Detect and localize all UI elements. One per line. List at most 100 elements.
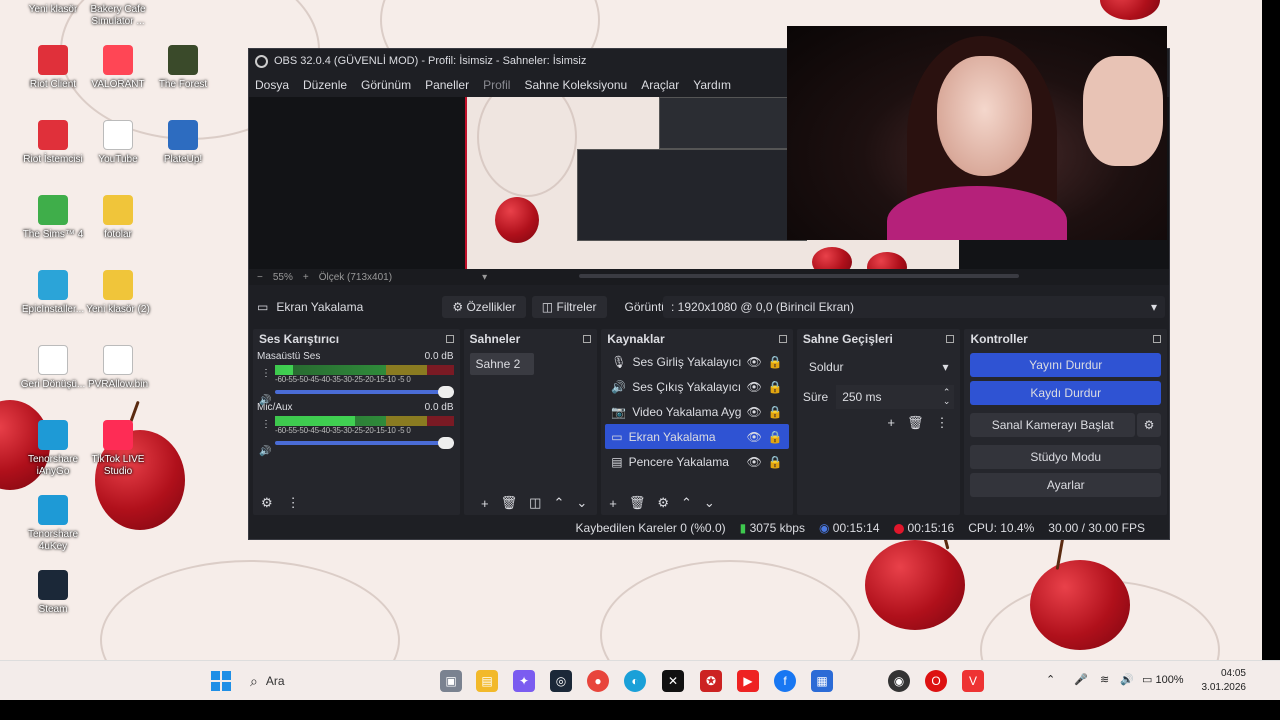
task-view-icon[interactable]: ▣: [440, 670, 462, 692]
battery-icon[interactable]: ▭ 100%: [1142, 673, 1184, 686]
desktop-icon[interactable]: EpicInstaller...: [17, 270, 89, 316]
add-transition-icon[interactable]: +: [887, 415, 895, 431]
lock-icon[interactable]: 🔒: [768, 430, 783, 444]
advanced-audio-icon[interactable]: ⚙: [261, 495, 273, 511]
mixer-menu-icon[interactable]: ⋮: [287, 495, 300, 511]
duration-input[interactable]: 250 ms ⌃ ⌄: [836, 385, 955, 409]
desktop-icon[interactable]: Yeni klasör: [17, 0, 89, 16]
eye-icon[interactable]: 👁: [747, 380, 762, 394]
desktop-icon[interactable]: YouTube: [82, 120, 154, 166]
eye-icon[interactable]: 👁: [747, 405, 762, 419]
chrome-icon[interactable]: ●: [587, 670, 609, 692]
desktop-icon[interactable]: PVRAllow.bin: [82, 345, 154, 391]
menu-help[interactable]: Yardım: [693, 78, 731, 92]
dock-float-icon[interactable]: [445, 335, 454, 343]
eye-icon[interactable]: 👁: [747, 455, 762, 469]
source-item[interactable]: 🎙 Ses Girliş Yakalayıcısı 👁 🔒: [605, 349, 789, 374]
speaker-icon[interactable]: 🔊: [259, 395, 271, 406]
virtual-camera-settings-icon[interactable]: ⚙: [1137, 413, 1162, 437]
menu-view[interactable]: Görünüm: [361, 78, 411, 92]
dock-float-icon[interactable]: [778, 335, 787, 343]
desktop-icon[interactable]: TikTok LIVE Studio: [82, 420, 154, 478]
scene-item[interactable]: Sahne 2: [469, 353, 534, 375]
source-item[interactable]: ▤ Pencere Yakalama 👁 🔒: [605, 449, 789, 474]
menu-file[interactable]: Dosya: [255, 78, 289, 92]
desktop-icon[interactable]: Yeni klasör (2): [82, 270, 154, 316]
lock-icon[interactable]: 🔒: [768, 455, 783, 469]
move-up-icon[interactable]: ⌃: [681, 495, 692, 511]
move-down-icon[interactable]: ⌄: [704, 495, 715, 511]
dock-float-icon[interactable]: [583, 335, 592, 343]
add-source-icon[interactable]: +: [609, 496, 617, 511]
remove-source-icon[interactable]: 🗑: [629, 495, 646, 511]
source-item[interactable]: 📷 Video Yakalama Aygıtı 👁 🔒: [605, 399, 789, 424]
desktop-icon[interactable]: Steam: [17, 570, 89, 616]
desktop-icon[interactable]: fotolar: [82, 195, 154, 241]
stepper-icon[interactable]: ⌃ ⌄: [943, 388, 951, 406]
menu-profile[interactable]: Profil: [483, 78, 510, 92]
transition-menu-icon[interactable]: ⋮: [935, 415, 948, 431]
steam-icon[interactable]: ◎: [550, 670, 572, 692]
lock-icon[interactable]: 🔒: [768, 405, 783, 419]
menu-tools[interactable]: Araçlar: [641, 78, 679, 92]
source-item[interactable]: ▭ Ekran Yakalama 👁 🔒: [605, 424, 789, 449]
channel-menu-icon[interactable]: ⋮: [261, 419, 271, 430]
riot-icon[interactable]: ✪: [700, 670, 722, 692]
menu-docks[interactable]: Paneller: [425, 78, 469, 92]
dock-float-icon[interactable]: [946, 335, 955, 343]
zoom-in-button[interactable]: +: [303, 272, 309, 283]
eye-icon[interactable]: 👁: [747, 355, 762, 369]
volume-icon[interactable]: 🔊: [1120, 673, 1134, 686]
speaker-icon[interactable]: 🔊: [259, 446, 271, 457]
add-scene-icon[interactable]: +: [481, 496, 489, 511]
source-settings-icon[interactable]: ⚙: [657, 495, 669, 511]
file-explorer-icon[interactable]: ▤: [476, 670, 498, 692]
studio-mode-button[interactable]: Stüdyo Modu: [970, 445, 1162, 469]
menu-scene-collection[interactable]: Sahne Koleksiyonu: [524, 78, 627, 92]
x-icon[interactable]: ✕: [662, 670, 684, 692]
scale-dropdown-icon[interactable]: ▾: [482, 272, 487, 283]
lock-icon[interactable]: 🔒: [768, 380, 783, 394]
desktop-icon[interactable]: Geri Dönüşü...: [17, 345, 89, 391]
remove-transition-icon[interactable]: 🗑: [907, 415, 924, 431]
desktop-icon[interactable]: Riot İstemcisi: [17, 120, 89, 166]
desktop-icon[interactable]: Tenorshare iAnyGo: [17, 420, 89, 478]
desktop-icon[interactable]: PlateUp!: [147, 120, 219, 166]
stop-streaming-button[interactable]: Yayını Durdur: [970, 353, 1162, 377]
settings-button[interactable]: Ayarlar: [970, 473, 1162, 497]
tray-chevron-icon[interactable]: ⌃: [1046, 673, 1055, 686]
desktop-icon[interactable]: Bakery Cafe Simulator ...: [82, 0, 154, 28]
store-icon[interactable]: ▦: [811, 670, 833, 692]
desktop-icon[interactable]: The Forest: [147, 45, 219, 91]
source-item[interactable]: 🔊 Ses Çıkış Yakalayıcısı 👁 🔒: [605, 374, 789, 399]
opera-icon[interactable]: O: [925, 670, 947, 692]
taskbar-search[interactable]: ⌕ Ara: [242, 668, 432, 694]
transition-select[interactable]: Soldur ▾: [802, 355, 955, 379]
move-down-icon[interactable]: ⌄: [576, 495, 587, 511]
start-virtual-camera-button[interactable]: Sanal Kamerayı Başlat: [970, 413, 1136, 437]
eye-icon[interactable]: 👁: [747, 430, 762, 444]
volume-slider[interactable]: [275, 437, 454, 449]
copilot-icon[interactable]: ✦: [513, 670, 535, 692]
youtube-icon[interactable]: ▶: [737, 670, 759, 692]
scene-filters-icon[interactable]: ◫: [529, 495, 541, 511]
channel-menu-icon[interactable]: ⋮: [261, 368, 271, 379]
facebook-icon[interactable]: f: [774, 670, 796, 692]
filters-button[interactable]: ◫ Filtreler: [531, 296, 607, 318]
desktop-icon[interactable]: Riot Client: [17, 45, 89, 91]
windows-start-icon[interactable]: [210, 670, 232, 692]
desktop-icon[interactable]: VALORANT: [82, 45, 154, 91]
clock[interactable]: 04:05 3.01.2026: [1198, 667, 1247, 695]
preview-scrollbar[interactable]: [579, 274, 1019, 278]
stop-recording-button[interactable]: Kaydı Durdur: [970, 381, 1162, 405]
microphone-icon[interactable]: 🎤: [1074, 673, 1088, 686]
move-up-icon[interactable]: ⌃: [553, 495, 564, 511]
dock-float-icon[interactable]: [1153, 335, 1162, 343]
menu-edit[interactable]: Düzenle: [303, 78, 347, 92]
lock-icon[interactable]: 🔒: [768, 355, 783, 369]
obs-taskbar-icon[interactable]: ◉: [888, 670, 910, 692]
valorant-icon[interactable]: V: [962, 670, 984, 692]
volume-slider[interactable]: [275, 386, 454, 398]
display-select[interactable]: : 1920x1080 @ 0,0 (Birincil Ekran) ▾: [663, 296, 1165, 318]
properties-button[interactable]: ⚙ Özellikler: [442, 296, 526, 318]
